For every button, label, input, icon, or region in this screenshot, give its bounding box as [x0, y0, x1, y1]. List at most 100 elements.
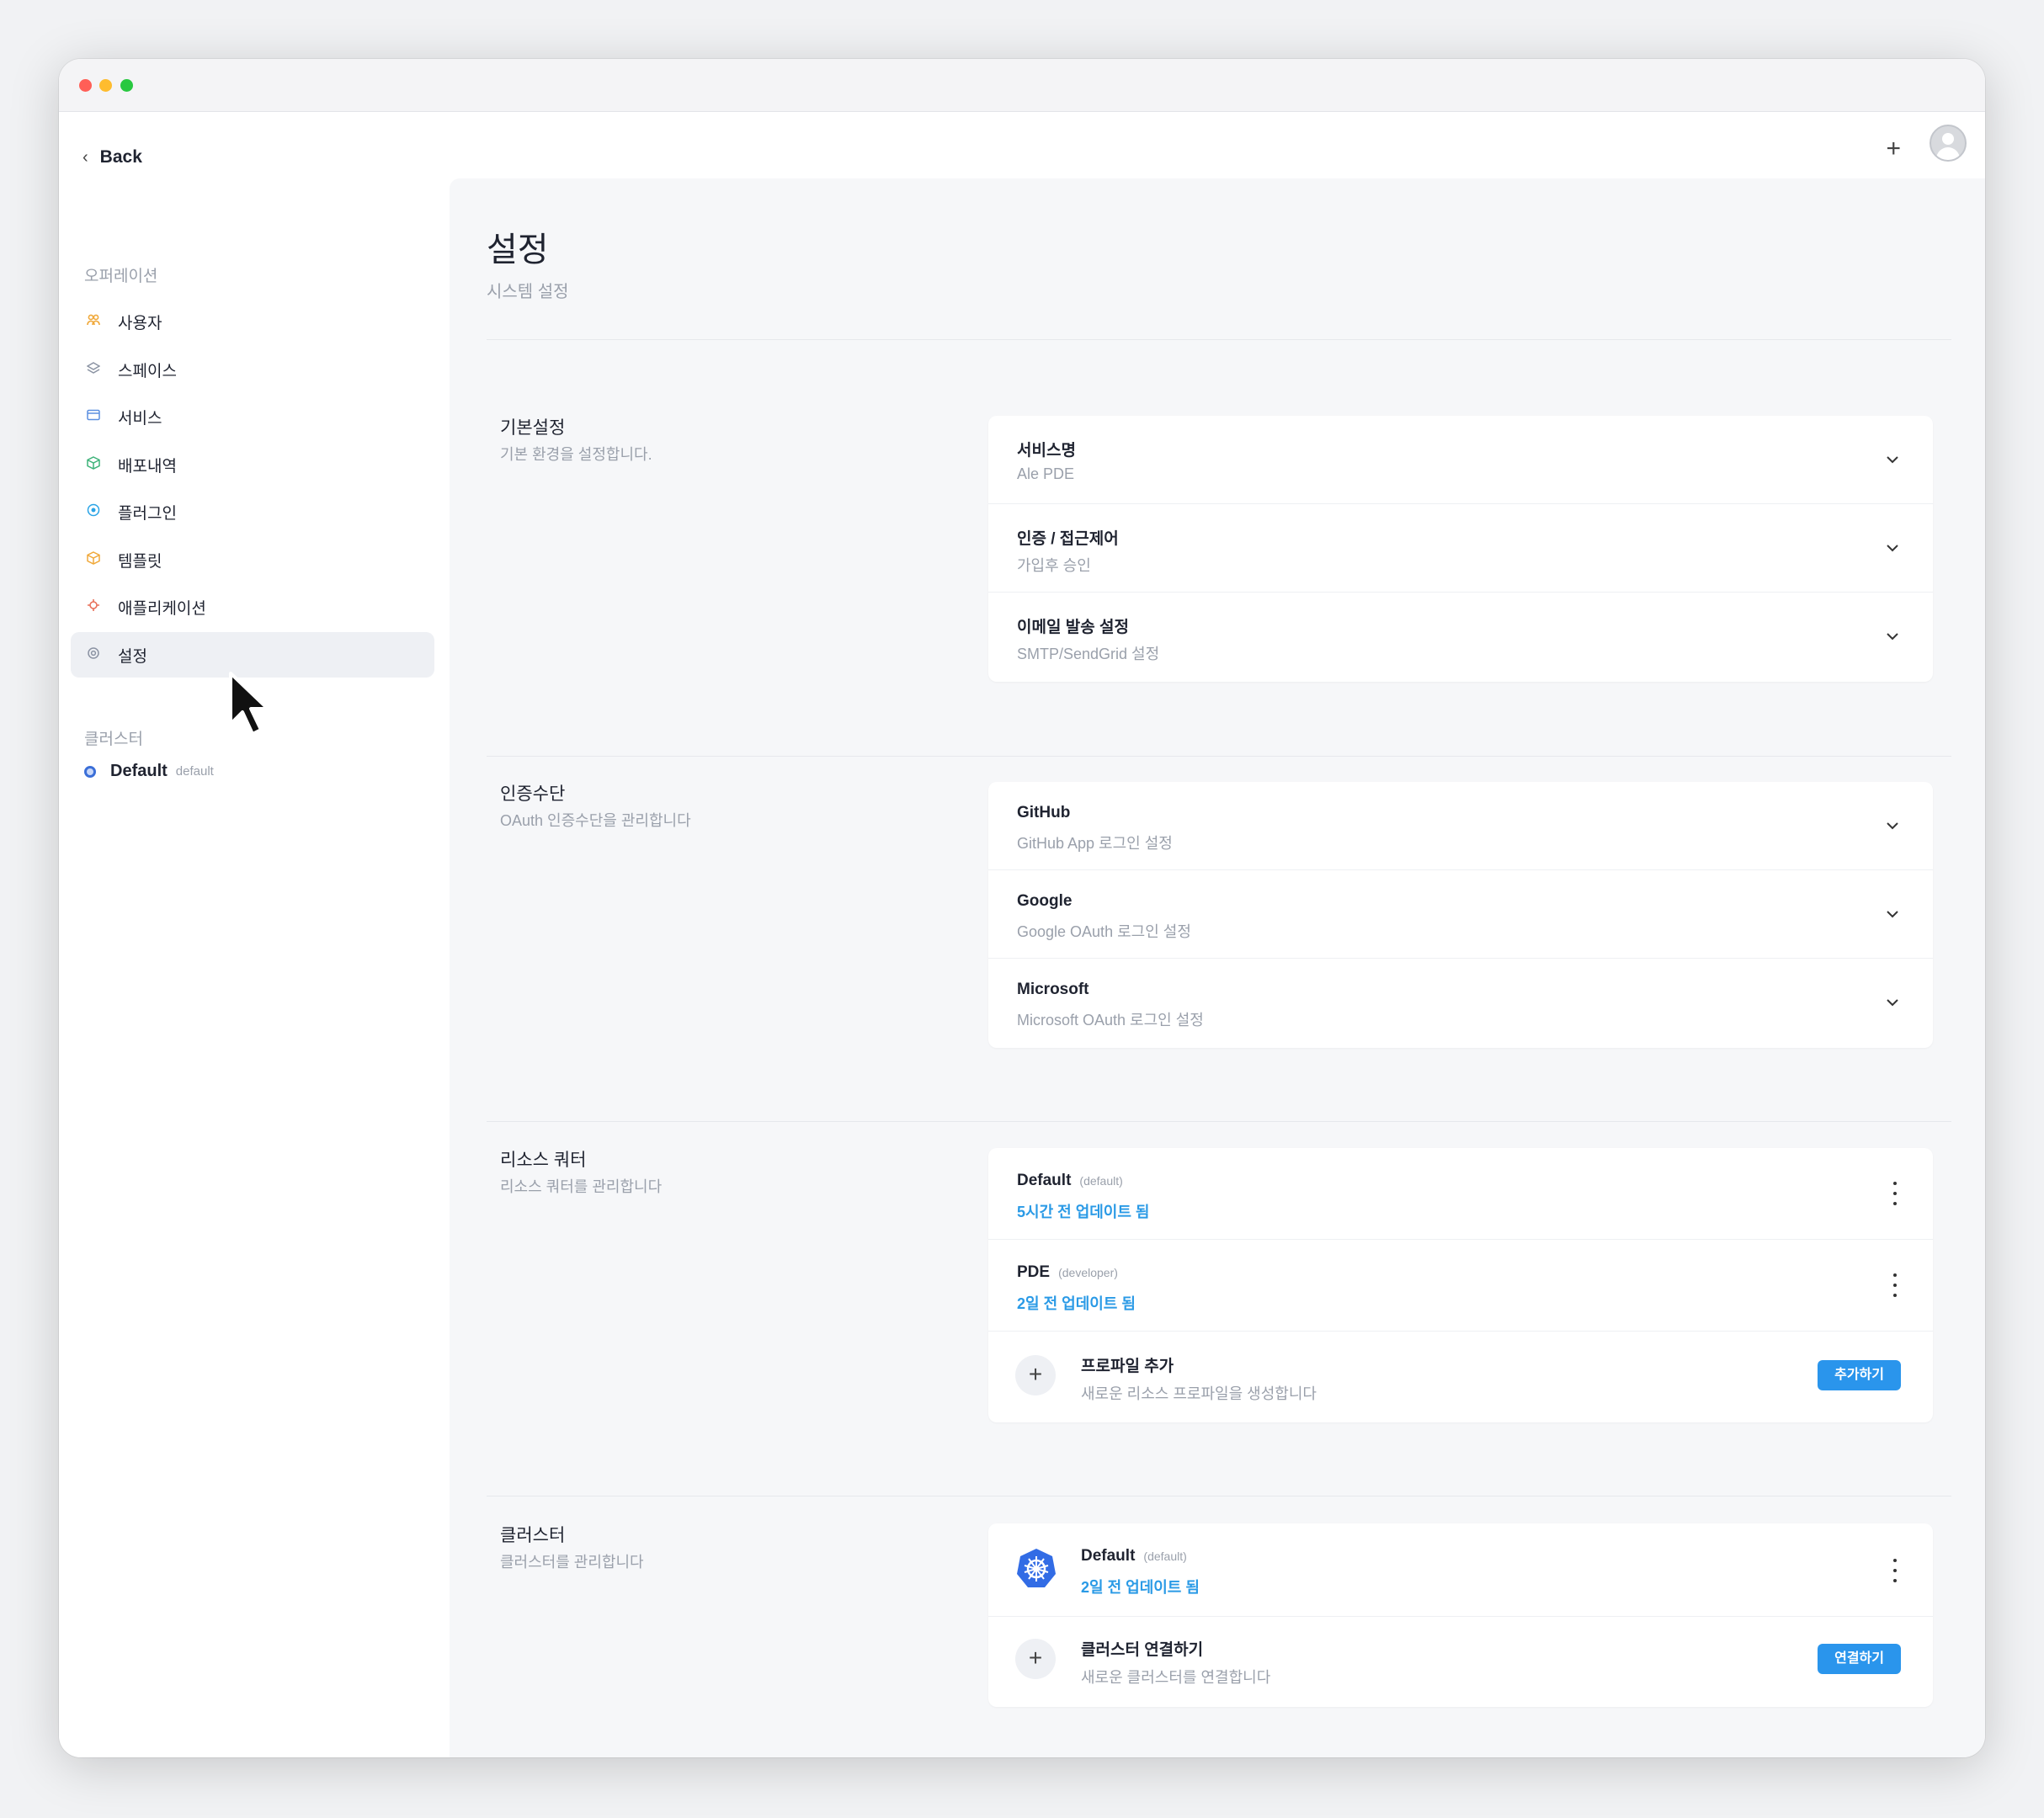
- sidebar-item-label: 설정: [118, 647, 147, 666]
- mouse-cursor-icon: [229, 672, 269, 736]
- minimize-window-button[interactable]: [99, 79, 112, 92]
- profile-namespace: (default): [1079, 1174, 1123, 1188]
- divider: [487, 756, 1951, 757]
- row-sub: Microsoft OAuth 로그인 설정: [1017, 1012, 1204, 1029]
- row-sub: Ale PDE: [1017, 465, 1075, 482]
- divider: [487, 339, 1951, 340]
- page-title: 설정: [487, 231, 549, 268]
- section-desc-auth: OAuth 인증수단을 관리합니다: [500, 812, 691, 829]
- sidebar-item-users[interactable]: 사용자: [71, 299, 434, 344]
- more-options-icon[interactable]: [1891, 1559, 1899, 1582]
- more-options-icon[interactable]: [1891, 1273, 1899, 1297]
- row-sub: 가입후 승인: [1017, 557, 1091, 574]
- connect-cluster-title: 클러스터 연결하기: [1081, 1641, 1204, 1659]
- row-title: 인증 / 접근제어: [1017, 530, 1119, 548]
- sidebar-item-deployments[interactable]: 배포내역: [71, 442, 434, 487]
- add-profile-row: + 프로파일 추가 새로운 리소스 프로파일을 생성합니다 추가하기: [988, 1332, 1933, 1422]
- add-icon[interactable]: +: [1886, 136, 1901, 162]
- sidebar-item-applications[interactable]: 애플리케이션: [71, 584, 434, 630]
- section-desc-quota: 리소스 쿼터를 관리합니다: [500, 1178, 663, 1195]
- sidebar-item-templates[interactable]: 템플릿: [71, 537, 434, 582]
- cluster-row[interactable]: Default (default) 2일 전 업데이트 됨: [988, 1523, 1933, 1617]
- auth-methods-card: GitHub GitHub App 로그인 설정 Google Google O…: [988, 782, 1933, 1048]
- row-title: 이메일 발송 설정: [1017, 619, 1129, 636]
- cluster-title: Default (default): [1081, 1547, 1187, 1566]
- profile-title: Default (default): [1017, 1172, 1123, 1190]
- chevron-down-icon[interactable]: [1882, 449, 1903, 470]
- main-content: 설정 시스템 설정 기본설정 기본 환경을 설정합니다. 서비스명 Ale PD…: [450, 178, 1985, 1757]
- section-desc-basic: 기본 환경을 설정합니다.: [500, 446, 652, 463]
- settings-row-microsoft[interactable]: Microsoft Microsoft OAuth 로그인 설정: [988, 959, 1933, 1046]
- section-title-quota: 리소스 쿼터: [500, 1151, 587, 1170]
- add-profile-title: 프로파일 추가: [1081, 1358, 1174, 1375]
- app-window: ‹ Back 오퍼레이션 사용자 스페이스 서비스 배포내역 플러그인 템플릿 …: [59, 59, 1985, 1757]
- chevron-down-icon[interactable]: [1882, 538, 1903, 558]
- users-icon: [84, 314, 103, 329]
- avatar[interactable]: [1930, 125, 1967, 162]
- settings-row-google[interactable]: Google Google OAuth 로그인 설정: [988, 870, 1933, 959]
- basic-settings-card: 서비스명 Ale PDE 인증 / 접근제어 가입후 승인 이메일 발송 설정 …: [988, 416, 1933, 682]
- sidebar-item-label: 템플릿: [118, 552, 162, 571]
- sidebar-section-operation: 오퍼레이션: [84, 268, 158, 285]
- profile-namespace: (developer): [1058, 1266, 1118, 1279]
- gear-icon: [84, 646, 103, 663]
- settings-row-service-name[interactable]: 서비스명 Ale PDE: [988, 416, 1933, 504]
- plus-icon: +: [1015, 1355, 1056, 1395]
- quota-profile-row[interactable]: Default (default) 5시간 전 업데이트 됨: [988, 1148, 1933, 1240]
- chevron-down-icon[interactable]: [1882, 904, 1903, 924]
- chevron-left-icon: ‹: [83, 147, 88, 167]
- sidebar: ‹ Back 오퍼레이션 사용자 스페이스 서비스 배포내역 플러그인 템플릿 …: [59, 112, 446, 1757]
- row-sub: GitHub App 로그인 설정: [1017, 835, 1173, 852]
- connect-cluster-row: + 클러스터 연결하기 새로운 클러스터를 연결합니다 연결하기: [988, 1617, 1933, 1708]
- section-title-auth: 인증수단: [500, 784, 566, 804]
- profile-updated: 2일 전 업데이트 됨: [1017, 1295, 1136, 1312]
- plugin-icon: [84, 503, 103, 520]
- row-title: Microsoft: [1017, 981, 1089, 998]
- cluster-status-icon: [84, 765, 96, 778]
- close-window-button[interactable]: [79, 79, 92, 92]
- cluster-card: Default (default) 2일 전 업데이트 됨 + 클러스터 연결하기…: [988, 1523, 1933, 1707]
- row-sub: Google OAuth 로그인 설정: [1017, 923, 1191, 940]
- page-subtitle: 시스템 설정: [487, 283, 569, 301]
- profile-updated: 5시간 전 업데이트 됨: [1017, 1204, 1150, 1220]
- settings-row-auth[interactable]: 인증 / 접근제어 가입후 승인: [988, 504, 1933, 593]
- add-profile-sub: 새로운 리소스 프로파일을 생성합니다: [1081, 1385, 1317, 1402]
- package-icon: [84, 456, 103, 473]
- sidebar-item-settings[interactable]: 설정: [71, 632, 434, 678]
- more-options-icon[interactable]: [1891, 1182, 1899, 1205]
- cluster-item-namespace: (default): [1143, 1550, 1187, 1563]
- sidebar-cluster-default[interactable]: Default default: [84, 762, 214, 781]
- section-title-basic: 기본설정: [500, 418, 566, 438]
- divider: [487, 1121, 1951, 1122]
- sidebar-item-plugins[interactable]: 플러그인: [71, 489, 434, 534]
- connect-cluster-button[interactable]: 연결하기: [1818, 1644, 1901, 1674]
- connect-cluster-sub: 새로운 클러스터를 연결합니다: [1081, 1669, 1271, 1686]
- section-title-cluster: 클러스터: [500, 1526, 566, 1545]
- settings-row-email[interactable]: 이메일 발송 설정 SMTP/SendGrid 설정: [988, 593, 1933, 680]
- sidebar-item-services[interactable]: 서비스: [71, 394, 434, 439]
- row-title: GitHub: [1017, 804, 1071, 821]
- kubernetes-icon: [1017, 1549, 1056, 1587]
- sidebar-item-label: 서비스: [118, 409, 162, 428]
- back-label: Back: [99, 147, 142, 167]
- template-icon: [84, 551, 103, 568]
- chevron-down-icon[interactable]: [1882, 992, 1903, 1013]
- chevron-down-icon[interactable]: [1882, 816, 1903, 836]
- maximize-window-button[interactable]: [120, 79, 133, 92]
- layers-icon: [84, 362, 103, 377]
- profile-name: Default: [1017, 1172, 1072, 1189]
- titlebar: [59, 59, 1985, 112]
- user-head: [1942, 133, 1954, 145]
- add-profile-button[interactable]: 추가하기: [1818, 1360, 1901, 1390]
- sidebar-item-label: 배포내역: [118, 457, 177, 476]
- plus-icon: +: [1015, 1639, 1056, 1679]
- sidebar-item-spaces[interactable]: 스페이스: [71, 347, 434, 392]
- cluster-updated: 2일 전 업데이트 됨: [1081, 1579, 1200, 1596]
- cluster-name: Default: [110, 762, 168, 780]
- chevron-down-icon[interactable]: [1882, 626, 1903, 646]
- quota-profile-row[interactable]: PDE (developer) 2일 전 업데이트 됨: [988, 1240, 1933, 1332]
- back-button[interactable]: ‹ Back: [83, 147, 142, 167]
- settings-row-github[interactable]: GitHub GitHub App 로그인 설정: [988, 782, 1933, 870]
- row-title: 서비스명: [1017, 442, 1076, 460]
- sidebar-section-cluster: 클러스터: [84, 731, 143, 748]
